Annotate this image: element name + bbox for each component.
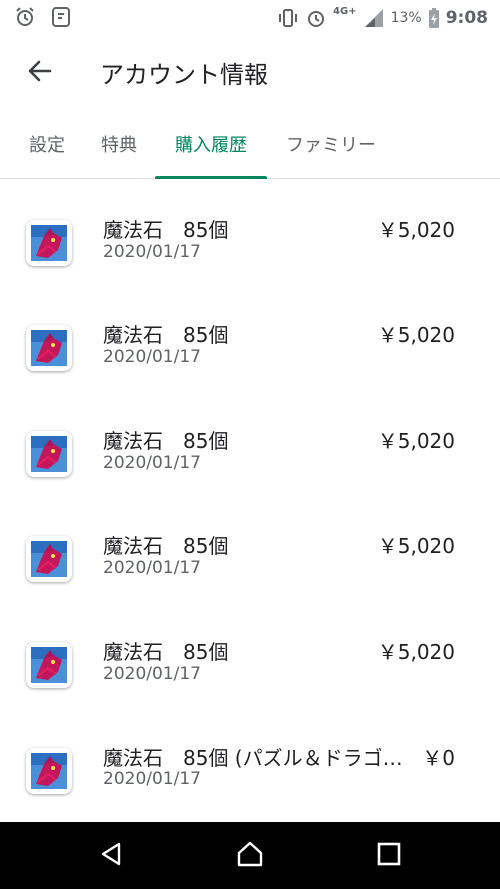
battery-icon bbox=[428, 7, 440, 29]
list-item[interactable]: 魔法石 85個 2020/01/17 ￥5,020 bbox=[0, 601, 500, 706]
list-item[interactable]: 魔法石 85個 2020/01/17 ￥5,020 bbox=[0, 495, 500, 600]
app-thumbnail-icon bbox=[26, 748, 72, 794]
tab-family[interactable]: ファミリー bbox=[274, 110, 388, 178]
nav-recents-button[interactable] bbox=[373, 840, 405, 872]
item-date: 2020/01/17 bbox=[103, 242, 201, 262]
back-arrow-icon bbox=[26, 58, 52, 88]
item-title: 魔法石 85個 bbox=[103, 323, 229, 347]
status-bar: 4G+ 13% 9:08 bbox=[0, 0, 500, 36]
page-title: アカウント情報 bbox=[100, 61, 268, 89]
clock: 9:08 bbox=[445, 8, 488, 28]
nav-home-button[interactable] bbox=[234, 840, 266, 872]
list-item[interactable]: 魔法石 85個 2020/01/17 ￥5,020 bbox=[0, 390, 500, 495]
signal-icon bbox=[363, 7, 385, 29]
item-date: 2020/01/17 bbox=[103, 558, 201, 578]
tab-settings[interactable]: 設定 bbox=[14, 110, 80, 178]
item-title: 魔法石 85個 bbox=[103, 218, 229, 242]
alarm-icon bbox=[305, 7, 327, 29]
recents-icon bbox=[376, 841, 402, 871]
app-thumbnail-icon bbox=[26, 220, 72, 266]
item-title: 魔法石 85個 bbox=[103, 534, 229, 558]
back-button[interactable] bbox=[22, 56, 56, 90]
item-price: ￥5,020 bbox=[377, 640, 455, 664]
list-item[interactable]: 魔法石 85個 2020/01/17 ￥5,020 bbox=[0, 179, 500, 284]
back-triangle-icon bbox=[98, 841, 124, 871]
status-left-icons bbox=[14, 6, 72, 28]
alarm-clock-icon bbox=[14, 6, 36, 28]
app-thumbnail-icon bbox=[26, 325, 72, 371]
app-thumbnail-icon bbox=[26, 536, 72, 582]
tab-bar: 設定 特典 購入履歴 ファミリー bbox=[0, 110, 500, 179]
list-item[interactable]: 魔法石 85個 2020/01/17 ￥5,020 bbox=[0, 284, 500, 389]
item-title: 魔法石 85個 (パズル＆ドラゴ… bbox=[103, 746, 403, 770]
item-title: 魔法石 85個 bbox=[103, 640, 229, 664]
item-price: ￥5,020 bbox=[377, 218, 455, 242]
battery-percentage: 13% bbox=[390, 10, 422, 26]
item-title: 魔法石 85個 bbox=[103, 429, 229, 453]
app-bar: アカウント情報 bbox=[0, 36, 500, 110]
app-thumbnail-icon bbox=[26, 642, 72, 688]
list-item[interactable]: 魔法石 85個 (パズル＆ドラゴ… 2020/01/17 ￥0 bbox=[0, 706, 500, 811]
notification-app-icon bbox=[50, 6, 72, 28]
item-date: 2020/01/17 bbox=[103, 664, 201, 684]
item-date: 2020/01/17 bbox=[103, 769, 201, 789]
item-date: 2020/01/17 bbox=[103, 347, 201, 367]
status-right-icons: 4G+ 13% 9:08 bbox=[277, 5, 488, 29]
item-price: ￥5,020 bbox=[377, 323, 455, 347]
vibrate-icon bbox=[277, 7, 299, 29]
tab-rewards[interactable]: 特典 bbox=[86, 110, 152, 178]
nav-back-button[interactable] bbox=[95, 840, 127, 872]
item-price: ￥5,020 bbox=[377, 534, 455, 558]
item-date: 2020/01/17 bbox=[103, 453, 201, 473]
tab-purchase-history[interactable]: 購入履歴 bbox=[155, 110, 267, 178]
home-icon bbox=[235, 839, 265, 873]
item-price: ￥0 bbox=[422, 746, 455, 770]
app-thumbnail-icon bbox=[26, 431, 72, 477]
network-type: 4G+ bbox=[333, 5, 357, 17]
item-price: ￥5,020 bbox=[377, 429, 455, 453]
system-navigation-bar bbox=[0, 822, 500, 889]
